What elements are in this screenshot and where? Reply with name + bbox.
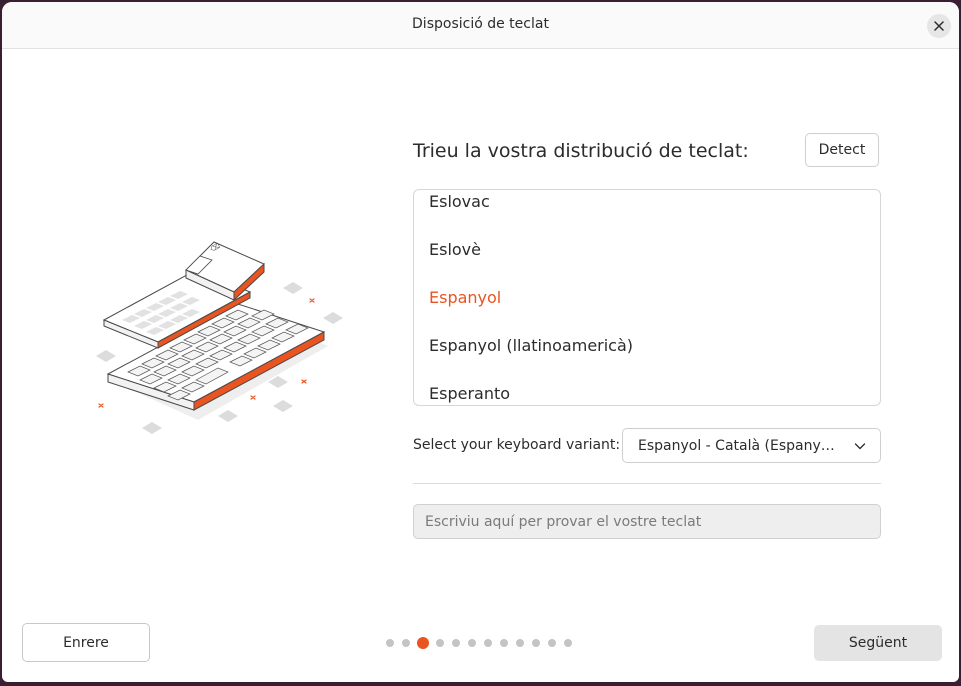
list-item[interactable]: Eslovè [429, 240, 481, 259]
page-dot [468, 639, 476, 647]
keyboard-layout-list[interactable]: Eslovac Eslovè Espanyol Espanyol (llatin… [413, 189, 881, 406]
list-item[interactable]: Eslovac [429, 192, 490, 211]
variant-label: Select your keyboard variant: [413, 437, 621, 453]
page-dot [548, 639, 556, 647]
page-dot [386, 639, 394, 647]
back-button[interactable]: Enrere [22, 623, 150, 662]
page-indicator [386, 636, 580, 650]
close-button[interactable] [927, 14, 951, 38]
detect-button[interactable]: Detect [805, 133, 879, 167]
divider [413, 483, 881, 484]
close-icon [934, 21, 944, 31]
page-dot [484, 639, 492, 647]
variant-selected-value: Espanyol - Català (Espanya, L... [638, 438, 838, 454]
keyboard-test-input[interactable] [413, 504, 881, 539]
window-title: Disposició de teclat [412, 16, 549, 32]
page-dot [532, 639, 540, 647]
title-bar: Disposició de teclat [2, 2, 959, 49]
list-item[interactable]: Espanyol (llatinoamericà) [429, 336, 633, 355]
page-dot [500, 639, 508, 647]
variant-dropdown[interactable]: Espanyol - Català (Espanya, L... [622, 428, 881, 463]
list-item[interactable]: Esperanto [429, 384, 510, 403]
page-dot [564, 639, 572, 647]
installer-window: Disposició de teclat ⌫ Trieu la vostra d… [2, 2, 959, 682]
keyboard-illustration: ⌫ [96, 241, 343, 434]
next-button[interactable]: Següent [814, 625, 942, 661]
page-heading: Trieu la vostra distribució de teclat: [413, 140, 749, 162]
list-item-selected[interactable]: Espanyol [429, 288, 501, 307]
page-dot [516, 639, 524, 647]
page-dot [402, 639, 410, 647]
page-dot [452, 639, 460, 647]
page-dot [436, 639, 444, 647]
chevron-down-icon [854, 443, 866, 450]
page-dot-active [417, 637, 429, 649]
